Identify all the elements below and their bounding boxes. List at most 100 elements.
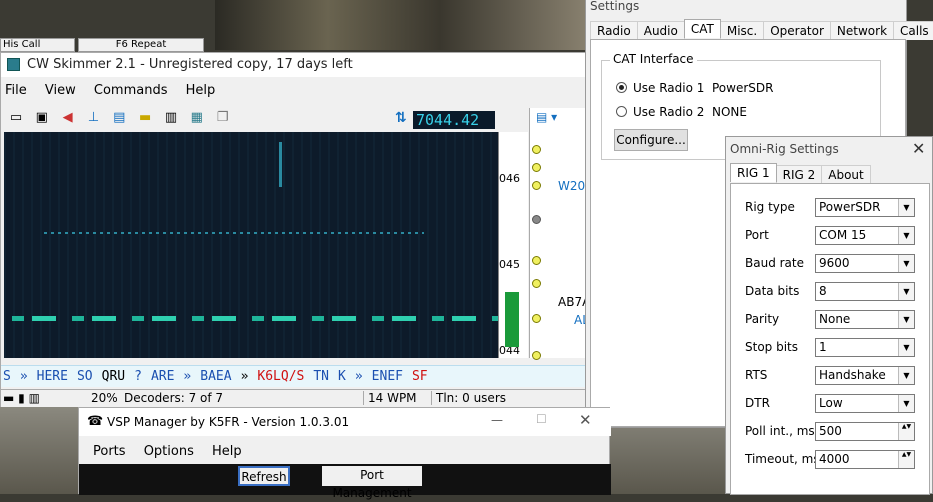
chevron-down-icon[interactable]: ▼: [898, 367, 914, 384]
speaker-icon[interactable]: ◀: [57, 108, 79, 128]
decoded-token[interactable]: ARE: [151, 369, 174, 384]
close-icon[interactable]: ✕: [579, 411, 592, 429]
marker-icon[interactable]: ⊥: [82, 108, 104, 128]
spin-arrows-icon[interactable]: ▲▼: [898, 451, 914, 468]
radio-2-value: NONE: [712, 105, 747, 119]
omnirig-combo[interactable]: COM 15 ▼: [815, 226, 915, 245]
use-radio-1-option[interactable]: Use Radio 1: [616, 81, 704, 95]
menu-commands[interactable]: Commands: [94, 83, 168, 98]
decoded-token[interactable]: TN: [313, 369, 329, 384]
tab-audio[interactable]: Audio: [636, 21, 685, 40]
f6-repeat-window[interactable]: F6 Repeat: [78, 38, 204, 52]
radio-icon[interactable]: ▭: [5, 108, 27, 128]
omnirig-field-value: Handshake: [819, 368, 886, 382]
freq-arrows-icon[interactable]: ⇅: [395, 110, 409, 128]
frequency-display[interactable]: 7044.42: [413, 111, 495, 129]
decoded-token[interactable]: »: [241, 369, 249, 384]
configure-button[interactable]: Configure...: [614, 129, 688, 151]
band-map[interactable]: ▤ ▾ W20 AB7AB AL: [529, 108, 599, 360]
minimize-icon[interactable]: —: [491, 413, 503, 427]
waterfall-trace-horizontal: [44, 232, 424, 234]
decoded-token[interactable]: ?: [134, 369, 142, 384]
save-icon[interactable]: ▤: [108, 108, 130, 128]
use-radio-2-option[interactable]: Use Radio 2: [616, 105, 704, 119]
decoded-token[interactable]: QRU: [102, 369, 125, 384]
his-call-window[interactable]: His Call: [0, 38, 75, 52]
spot-label-w20[interactable]: W20: [558, 179, 585, 193]
close-icon[interactable]: ✕: [912, 139, 925, 158]
bandmap-menu-icon[interactable]: ▤ ▾: [536, 110, 557, 124]
decoded-token[interactable]: »: [355, 369, 363, 384]
omnirig-combo[interactable]: 9600 ▼: [815, 254, 915, 273]
decoded-token[interactable]: K: [338, 369, 346, 384]
waterfall-trace-vertical: [279, 142, 282, 187]
tab-rig2[interactable]: RIG 2: [775, 165, 823, 184]
decoded-token[interactable]: SO: [77, 369, 93, 384]
decoded-token[interactable]: ENEF: [372, 369, 403, 384]
omnirig-combo[interactable]: Handshake ▼: [815, 366, 915, 385]
ruler-icon[interactable]: ▬: [134, 108, 156, 128]
omnirig-spin-input[interactable]: 4000 ▲▼: [815, 450, 915, 469]
decoded-text-line[interactable]: S » HERE SO QRU? ARE » BAEA » K6LQ/S TN K » ENEF SF: [1, 365, 585, 387]
waterfall-display[interactable]: [4, 132, 498, 358]
spin-arrows-icon[interactable]: ▲▼: [898, 423, 914, 440]
chevron-down-icon[interactable]: ▼: [898, 199, 914, 216]
decoded-token[interactable]: SF: [412, 369, 428, 384]
cw-skimmer-window: CW Skimmer 2.1 - Unregistered copy, 17 d…: [0, 52, 599, 407]
spot-dot-gray[interactable]: [532, 215, 541, 224]
tab-operator[interactable]: Operator: [763, 21, 831, 40]
spot-dot[interactable]: [532, 163, 541, 172]
windows-icon[interactable]: ❐: [212, 108, 234, 128]
tab-about[interactable]: About: [821, 165, 871, 184]
decoded-token[interactable]: S: [3, 369, 11, 384]
decoded-token[interactable]: »: [183, 369, 191, 384]
omnirig-combo[interactable]: PowerSDR ▼: [815, 198, 915, 217]
frequency-scale: 046 045 044: [498, 132, 528, 358]
menu-ports[interactable]: Ports: [93, 444, 126, 459]
spot-dot[interactable]: [532, 181, 541, 190]
spot-dot[interactable]: [532, 145, 541, 154]
chevron-down-icon[interactable]: ▼: [898, 395, 914, 412]
omnirig-panel: Rig type PowerSDR ▼ Port COM 15 ▼ Baud rate 960…: [730, 183, 930, 495]
omnirig-spin-input[interactable]: 500 ▲▼: [815, 422, 915, 441]
tab-cat[interactable]: CAT: [683, 19, 721, 38]
refresh-button[interactable]: Refresh: [238, 466, 290, 486]
menu-options[interactable]: Options: [144, 444, 194, 459]
chevron-down-icon[interactable]: ▼: [898, 311, 914, 328]
chevron-down-icon[interactable]: ▼: [898, 339, 914, 356]
port-management-tab[interactable]: Port Management: [322, 466, 422, 500]
spot-dot[interactable]: [532, 279, 541, 288]
layout-icon[interactable]: ▦: [186, 108, 208, 128]
decoded-token[interactable]: BAEA: [200, 369, 231, 384]
omnirig-field-value: Low: [819, 396, 843, 410]
use-radio-2-label: Use Radio 2: [633, 105, 705, 119]
chevron-down-icon[interactable]: ▼: [898, 255, 914, 272]
omnirig-field-label: Timeout, ms: [745, 452, 820, 466]
chevron-down-icon[interactable]: ▼: [898, 283, 914, 300]
omnirig-combo[interactable]: 1 ▼: [815, 338, 915, 357]
omnirig-combo[interactable]: 8 ▼: [815, 282, 915, 301]
keyer-icon[interactable]: ▣: [31, 108, 53, 128]
notes-icon[interactable]: ▥: [160, 108, 182, 128]
menu-help[interactable]: Help: [186, 83, 216, 98]
spot-dot[interactable]: [532, 256, 541, 265]
decoded-token[interactable]: »: [20, 369, 28, 384]
spot-dot[interactable]: [532, 314, 541, 323]
omnirig-combo[interactable]: Low ▼: [815, 394, 915, 413]
tab-network[interactable]: Network: [829, 21, 895, 40]
chevron-down-icon[interactable]: ▼: [898, 227, 914, 244]
omnirig-field-value: 4000: [819, 452, 850, 466]
tab-calls[interactable]: Calls: [893, 21, 933, 40]
signal-level-bar: [505, 292, 519, 347]
maximize-icon[interactable]: ☐: [536, 412, 547, 426]
menu-help[interactable]: Help: [212, 444, 242, 459]
omnirig-combo[interactable]: None ▼: [815, 310, 915, 329]
menu-view[interactable]: View: [45, 83, 76, 98]
tab-radio[interactable]: Radio: [590, 21, 638, 40]
spot-dot[interactable]: [532, 351, 541, 360]
menu-file[interactable]: File: [5, 83, 27, 98]
tab-rig1[interactable]: RIG 1: [730, 163, 777, 182]
tab-misc[interactable]: Misc.: [719, 21, 765, 40]
decoded-token[interactable]: K6LQ/S: [257, 369, 304, 384]
decoded-token[interactable]: HERE: [37, 369, 68, 384]
